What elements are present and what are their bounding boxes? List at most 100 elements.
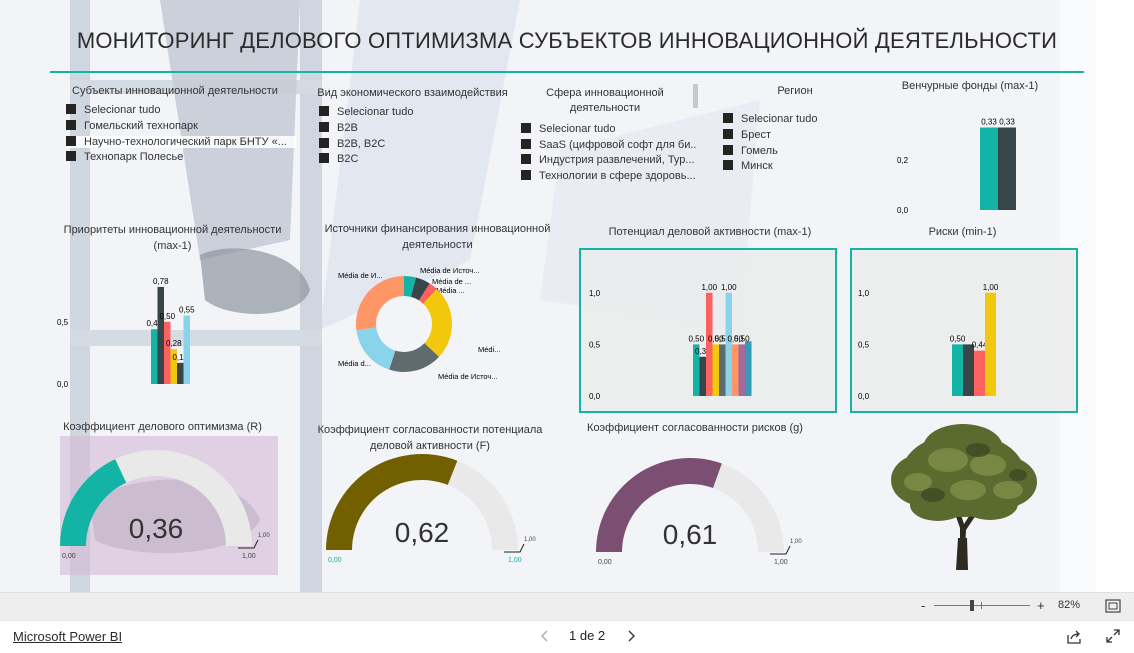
potential-chart[interactable]: 0,00,51,00,500,381,000,500,501,000,500,5… (581, 250, 835, 411)
checkbox-icon[interactable] (66, 136, 76, 146)
bar[interactable] (157, 286, 165, 384)
bar[interactable] (745, 341, 752, 396)
share-icon[interactable] (1066, 629, 1082, 644)
risks-chart[interactable]: 0,00,51,00,500,441,00 (852, 250, 1076, 411)
bar[interactable] (998, 127, 1016, 211)
chevron-right-icon[interactable] (626, 630, 636, 642)
zoom-in-button[interactable]: + (1037, 598, 1045, 613)
gauge-fill[interactable] (60, 459, 127, 546)
checkbox-icon[interactable] (319, 138, 329, 148)
y-tick-label: 0,5 (858, 340, 870, 349)
checkbox-icon[interactable] (319, 153, 329, 163)
slicer-region-item[interactable]: Selecionar tudo (723, 113, 863, 125)
bar[interactable] (732, 344, 739, 396)
slicer-region-item[interactable]: Гомель (723, 145, 863, 157)
slicer-interaction-item[interactable]: B2B (319, 122, 499, 134)
fit-to-page-icon[interactable] (1105, 599, 1121, 613)
bar[interactable] (725, 292, 733, 396)
bar-value-label: 0,50 (950, 334, 966, 343)
checkbox-icon[interactable] (66, 120, 76, 130)
slicer-interaction-item[interactable]: B2B, B2C (319, 138, 499, 150)
bar[interactable] (719, 344, 726, 396)
checkbox-icon[interactable] (723, 113, 733, 123)
zoom-slider-track[interactable] (934, 605, 1030, 606)
slice-label: Médi... (478, 345, 501, 354)
slicer-region-title: Регион (777, 85, 813, 97)
y-tick-label: 0,0 (897, 206, 909, 215)
slicer-interaction-item[interactable]: B2C (319, 153, 499, 165)
bar[interactable] (183, 315, 191, 384)
bar[interactable] (177, 362, 184, 384)
priorities-chart[interactable]: 0,00,5 0,440,780,500,280,170,55 (55, 258, 235, 390)
bar-value-label: 0,50 (159, 312, 175, 321)
slicer-subjects-item[interactable]: Гомельский технопарк (66, 120, 296, 132)
checkbox-icon[interactable] (521, 123, 531, 133)
chevron-left-icon[interactable] (540, 630, 550, 642)
slicer-sphere-title: Сфера инновационной деятельности (546, 87, 664, 114)
checkbox-icon[interactable] (521, 170, 531, 180)
gauge-target-label: 1,00 (790, 539, 802, 545)
bar[interactable] (712, 344, 720, 396)
funding-chart-title: Источники финансирования инновационной де… (324, 223, 551, 251)
venture-chart[interactable]: 0,0 0,2 0,33 0,33 (880, 95, 1060, 220)
slicer-sphere-item[interactable]: SaaS (цифровой софт для би... (521, 139, 696, 151)
gauge-min-label: 0,00 (598, 559, 612, 566)
checkbox-icon[interactable] (319, 106, 329, 116)
checkbox-icon[interactable] (521, 154, 531, 164)
y-tick-label: 0,0 (589, 392, 601, 401)
bar[interactable] (699, 356, 707, 396)
zoom-bar: - + 82% (0, 592, 1134, 621)
bar[interactable] (963, 344, 974, 396)
priorities-chart-title: Приоритеты инновационной деятельности (ma… (63, 224, 282, 252)
bar[interactable] (151, 329, 158, 384)
y-tick-label: 0,5 (57, 318, 69, 327)
bar[interactable] (706, 292, 713, 396)
slicer-subjects-item[interactable]: Технопарк Полесье (66, 151, 296, 163)
checkbox-icon[interactable] (723, 160, 733, 170)
footer-bar: Microsoft Power BI 1 de 2 (0, 620, 1134, 653)
bar-value-label: 1,00 (721, 283, 737, 292)
bar[interactable] (738, 344, 746, 396)
zoom-slider-mark (981, 602, 982, 609)
slicer-sphere-item[interactable]: Технологии в сфере здоровь... (521, 170, 696, 182)
bar-value-label: 0,78 (153, 277, 169, 286)
slicer-interaction-item[interactable]: Selecionar tudo (319, 106, 499, 118)
bar[interactable] (952, 344, 963, 396)
bar-value-label: 0,55 (179, 306, 195, 315)
slicer-sphere-item[interactable]: Индустрия развлечений, Тур... (521, 154, 696, 166)
bar[interactable] (974, 350, 985, 396)
funding-donut-chart[interactable]: Média de Источ...Média de ...Média ...Mé… (320, 258, 520, 390)
zoom-slider-thumb[interactable] (970, 600, 974, 611)
checkbox-icon[interactable] (521, 139, 531, 149)
checkbox-icon[interactable] (66, 151, 76, 161)
slicer-sphere-item[interactable]: Selecionar tudo (521, 123, 696, 135)
gauge-optimism[interactable]: 0,36 0,00 1,00 1,00 (60, 436, 278, 575)
zoom-out-button[interactable]: - (921, 598, 925, 613)
slicer-region-item[interactable]: Брест (723, 129, 863, 141)
report-title: МОНИТОРИНГ ДЕЛОВОГО ОПТИМИЗМА СУБЪЕКТОВ … (76, 28, 1058, 53)
slicer-subjects-item[interactable]: Научно-технологический парк БНТУ «... (66, 136, 296, 148)
donut-slice[interactable] (356, 276, 404, 331)
checkbox-icon[interactable] (319, 122, 329, 132)
y-tick-label: 0,5 (589, 340, 601, 349)
checkbox-icon[interactable] (723, 145, 733, 155)
power-bi-link[interactable]: Microsoft Power BI (13, 629, 122, 644)
checkbox-icon[interactable] (723, 129, 733, 139)
report-canvas: МОНИТОРИНГ ДЕЛОВОГО ОПТИМИЗМА СУБЪЕКТОВ … (0, 0, 1096, 592)
zoom-level: 82% (1058, 599, 1081, 611)
checkbox-icon[interactable] (66, 104, 76, 114)
potential-chart-title: Потенциал деловой активности (max-1) (608, 226, 812, 238)
slice-label: Média de Источ... (438, 372, 498, 381)
bar[interactable] (980, 127, 998, 211)
fullscreen-icon[interactable] (1106, 629, 1120, 643)
bar-value-label: 0,28 (166, 339, 182, 348)
slicer-region-item[interactable]: Минск (723, 160, 863, 172)
bar[interactable] (985, 292, 996, 396)
slice-label: Média de Источ... (420, 266, 480, 275)
slice-label: Média d... (338, 359, 371, 368)
gauge-potential[interactable]: 0,62 0,00 1,00 1,00 (318, 448, 548, 573)
gauge-risks[interactable]: 0,61 0,00 1,00 1,00 (590, 450, 805, 575)
slicer-scrollbar[interactable] (693, 84, 698, 108)
bar[interactable] (164, 321, 171, 384)
slicer-subjects-item[interactable]: Selecionar tudo (66, 104, 296, 116)
